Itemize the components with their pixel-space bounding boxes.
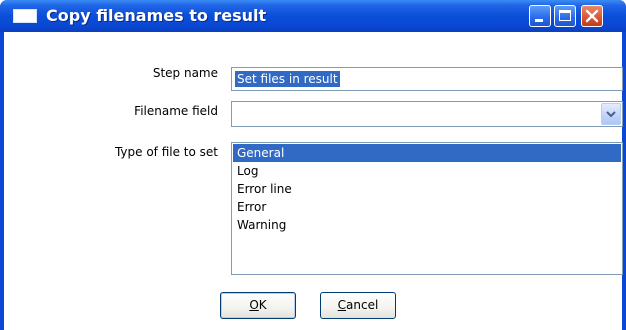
- file-type-listbox[interactable]: General Log Error line Error Warning: [231, 142, 623, 275]
- chevron-down-icon: [606, 111, 616, 118]
- ok-label-rest: K: [258, 298, 267, 312]
- dialog-window: Copy filenames to result Step name Set f…: [0, 0, 626, 330]
- window-icon: [13, 9, 37, 23]
- ok-mnemonic: O: [249, 298, 259, 312]
- list-item-log[interactable]: Log: [233, 162, 621, 180]
- list-item-error-line[interactable]: Error line: [233, 180, 621, 198]
- cancel-label-rest: ancel: [346, 298, 379, 312]
- window-title: Copy filenames to result: [46, 6, 267, 25]
- cancel-button[interactable]: Cancel: [320, 292, 396, 319]
- file-type-label: Type of file to set: [114, 145, 218, 159]
- maximize-button[interactable]: [554, 5, 576, 27]
- list-item-warning[interactable]: Warning: [233, 216, 621, 234]
- step-name-value: Set files in result: [235, 71, 340, 87]
- list-item-error[interactable]: Error: [233, 198, 621, 216]
- cancel-mnemonic: C: [337, 298, 347, 312]
- list-item-general[interactable]: General: [233, 144, 621, 162]
- ok-button[interactable]: OK: [220, 292, 296, 319]
- close-icon: [585, 9, 599, 23]
- close-button[interactable]: [581, 5, 603, 27]
- step-name-label: Step name: [152, 66, 218, 80]
- title-bar[interactable]: Copy filenames to result: [0, 0, 626, 32]
- minimize-icon: [535, 19, 543, 22]
- maximize-icon: [559, 10, 571, 21]
- step-name-input[interactable]: Set files in result: [231, 67, 623, 91]
- filename-field-label: Filename field: [134, 104, 218, 118]
- minimize-button[interactable]: [529, 5, 551, 27]
- dialog-body: Step name Set files in result Filename f…: [4, 32, 623, 330]
- dropdown-button[interactable]: [601, 103, 621, 125]
- filename-field-dropdown[interactable]: [231, 101, 623, 127]
